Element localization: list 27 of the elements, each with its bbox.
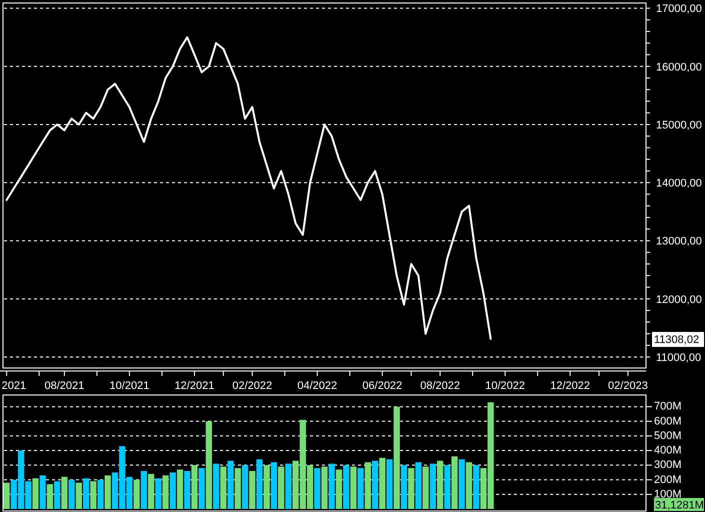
- axis-label: 300M: [654, 459, 682, 472]
- last-price-badge: 11308,02: [652, 332, 704, 347]
- axis-label: 14000,00: [656, 178, 702, 190]
- axis-label: 500M: [654, 430, 682, 442]
- axis-label: 2021: [2, 380, 26, 392]
- axis-label: 10/2021: [110, 380, 150, 392]
- axis-label: 02/2023: [608, 380, 648, 392]
- axis-label: 12000,00: [656, 294, 702, 306]
- axis-label: 06/2022: [362, 380, 402, 392]
- axis-label: 10/2022: [485, 380, 525, 392]
- axis-label: 100M: [654, 488, 682, 500]
- axis-label: 11000,00: [656, 352, 702, 364]
- axis-label: 17000,00: [656, 3, 702, 16]
- axis-label: 08/2021: [44, 380, 84, 392]
- last-volume-badge: 31,1281M: [654, 498, 704, 512]
- axis-label: 400M: [654, 444, 682, 457]
- axis-label: 04/2022: [297, 380, 338, 392]
- axis-label: 08/2022: [420, 380, 460, 392]
- axis-label: 02/2022: [232, 380, 272, 392]
- axis-label: 13000,00: [656, 236, 702, 248]
- axis-label: 200M: [654, 474, 682, 486]
- axis-label: 700M: [654, 400, 682, 413]
- axis-label: 600M: [654, 415, 682, 428]
- axis-label: 15000,00: [656, 119, 702, 132]
- axis-label: 12/2021: [174, 380, 214, 392]
- axis-label: 16000,00: [656, 61, 702, 74]
- axis-label: 12/2022: [550, 380, 590, 392]
